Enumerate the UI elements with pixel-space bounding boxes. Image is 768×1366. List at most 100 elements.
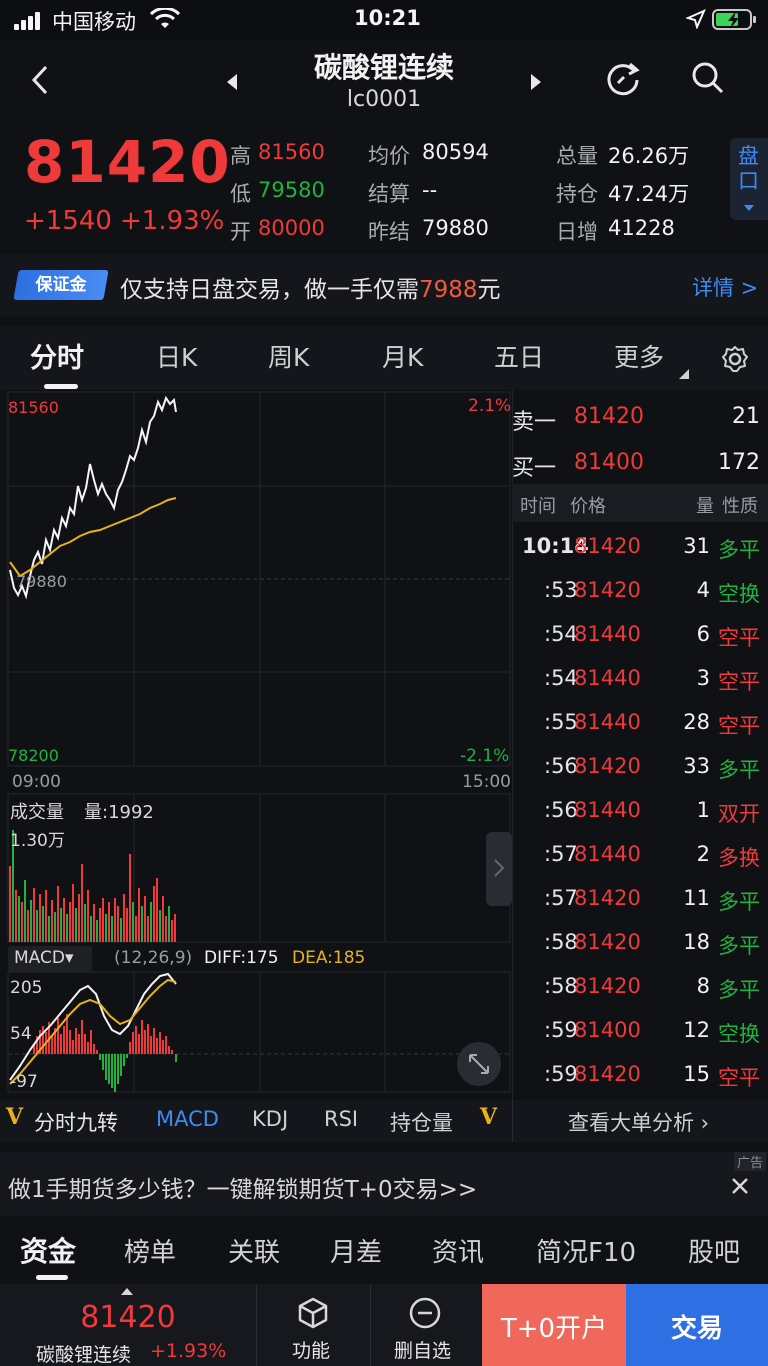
- trade-price: 81420: [574, 886, 641, 910]
- more-corner-icon: [679, 369, 689, 379]
- daily-inc-value: 41228: [608, 216, 675, 240]
- volume-title: 成交量: [10, 802, 64, 823]
- time-axis-start: 09:00: [12, 772, 61, 792]
- macd-dea: DEA:185: [292, 948, 366, 968]
- tab-forum[interactable]: 股吧: [688, 1232, 740, 1269]
- prev-settle-value: 79880: [422, 216, 489, 240]
- tab-funds[interactable]: 资金: [20, 1230, 76, 1270]
- trade-qty: 31: [683, 534, 710, 558]
- trade-qty: 11: [683, 886, 710, 910]
- trade-price: 81440: [574, 842, 641, 866]
- time-axis-end: 15:00: [462, 772, 511, 792]
- price-axis-top: 81560: [8, 398, 59, 417]
- macd-axis-top: 205: [10, 978, 43, 998]
- trade-type: 多换: [718, 846, 760, 870]
- trade-row: :53 81420 4 空换: [512, 570, 768, 614]
- avg-value: 80594: [422, 140, 489, 164]
- trade-row: :58 81420 18 多平: [512, 922, 768, 966]
- indicator-nine-turn[interactable]: 分时九转: [34, 1107, 118, 1137]
- bottom-name: 碳酸锂连续: [36, 1344, 132, 1366]
- low-label: 低: [230, 182, 251, 206]
- big-order-analysis-link[interactable]: 查看大单分析 ›: [568, 1107, 709, 1137]
- trade-type: 空平: [718, 714, 760, 738]
- indicator-open-interest[interactable]: 持仓量: [390, 1107, 453, 1137]
- panel-toggle[interactable]: 盘口: [730, 138, 768, 220]
- wifi-icon: [150, 8, 180, 28]
- trade-price: 81440: [574, 666, 641, 690]
- trade-row: :57 81440 2 多换: [512, 834, 768, 878]
- trade-time: :59: [544, 1062, 578, 1086]
- tab-daily-k[interactable]: 日K: [156, 338, 197, 374]
- tab-monthly-k[interactable]: 月K: [382, 338, 423, 374]
- trade-price: 81420: [574, 930, 641, 954]
- tab-news[interactable]: 资讯: [432, 1232, 484, 1269]
- trade-type: 多平: [718, 978, 760, 1002]
- settings-gear-icon[interactable]: [720, 344, 750, 374]
- trade-qty: 3: [696, 666, 710, 690]
- refresh-icon[interactable]: [604, 60, 642, 98]
- col-type: 性质: [722, 496, 758, 517]
- trade-row: :56 81420 33 多平: [512, 746, 768, 790]
- tab-intraday[interactable]: 分时: [30, 336, 84, 375]
- tab-rankings[interactable]: 榜单: [124, 1232, 176, 1269]
- macd-selector[interactable]: MACD▾: [8, 946, 92, 972]
- function-cube-icon[interactable]: [296, 1296, 330, 1330]
- caret-up-icon[interactable]: [120, 1286, 134, 1296]
- ask-price: 81420: [574, 404, 644, 429]
- bid-label: 买一: [512, 456, 557, 481]
- settle-value: --: [422, 178, 438, 202]
- remove-watchlist-icon[interactable]: [408, 1296, 442, 1330]
- trade-price: 81440: [574, 798, 641, 822]
- trade-time: :54: [544, 622, 578, 646]
- trade-type: 多平: [718, 890, 760, 914]
- info-tabs: [0, 1218, 768, 1282]
- trade-row: :59 81400 12 空换: [512, 1010, 768, 1054]
- price-change: +1540: [24, 206, 112, 236]
- banner-amount: 7988: [419, 277, 478, 303]
- tab-related[interactable]: 关联: [228, 1232, 280, 1269]
- trade-label: 交易: [670, 1314, 723, 1344]
- trade-row: :54 81440 6 空平: [512, 614, 768, 658]
- trade-time: 10:14: [522, 534, 589, 558]
- search-icon[interactable]: [690, 60, 726, 96]
- divider: [370, 1284, 371, 1366]
- indicator-kdj[interactable]: KDJ: [252, 1107, 288, 1131]
- trade-time: :58: [544, 930, 578, 954]
- col-price: 价格: [570, 496, 606, 517]
- macd-axis-mid: 54: [10, 1024, 32, 1044]
- high-value: 81560: [258, 140, 325, 164]
- next-contract-icon[interactable]: [528, 72, 544, 92]
- close-icon[interactable]: [730, 1176, 750, 1196]
- bid-price: 81400: [574, 450, 644, 475]
- page-title: 碳酸锂连续: [313, 51, 454, 84]
- trade-time: :56: [544, 754, 578, 778]
- tab-spread[interactable]: 月差: [330, 1232, 382, 1269]
- trade-type: 空平: [718, 626, 760, 650]
- trade-button[interactable]: 交易: [626, 1284, 768, 1366]
- trade-row: :58 81420 8 多平: [512, 966, 768, 1010]
- indicator-macd[interactable]: MACD: [156, 1107, 219, 1131]
- tab-more[interactable]: 更多: [614, 338, 664, 374]
- oi-value: 47.24万: [608, 182, 690, 206]
- tab-five-day[interactable]: 五日: [494, 338, 544, 374]
- indicator-rsi[interactable]: RSI: [324, 1107, 358, 1131]
- banner-detail-link[interactable]: 详情 >: [692, 272, 758, 302]
- trade-type: 双开: [718, 802, 760, 826]
- ask-volume: 21: [732, 404, 760, 429]
- clock: 10:21: [354, 6, 421, 30]
- oi-label: 持仓: [556, 182, 598, 206]
- volume-axis-max: 1.30万: [10, 831, 65, 851]
- v-logo-icon: V: [480, 1104, 498, 1130]
- banner-text-post: 元: [477, 277, 501, 303]
- intraday-chart-svg: [7, 391, 512, 1093]
- ad-tag: 广告: [734, 1152, 767, 1171]
- trade-type: 空换: [718, 582, 760, 606]
- open-label: 开: [230, 220, 251, 244]
- margin-badge-label: 保证金: [35, 275, 87, 295]
- trade-type: 空平: [718, 670, 760, 694]
- tab-weekly-k[interactable]: 周K: [268, 338, 309, 374]
- trade-qty: 33: [683, 754, 710, 778]
- trade-qty: 4: [696, 578, 710, 602]
- tab-profile-f10[interactable]: 简况F10: [536, 1232, 636, 1269]
- open-account-button[interactable]: T+0开户: [482, 1284, 626, 1366]
